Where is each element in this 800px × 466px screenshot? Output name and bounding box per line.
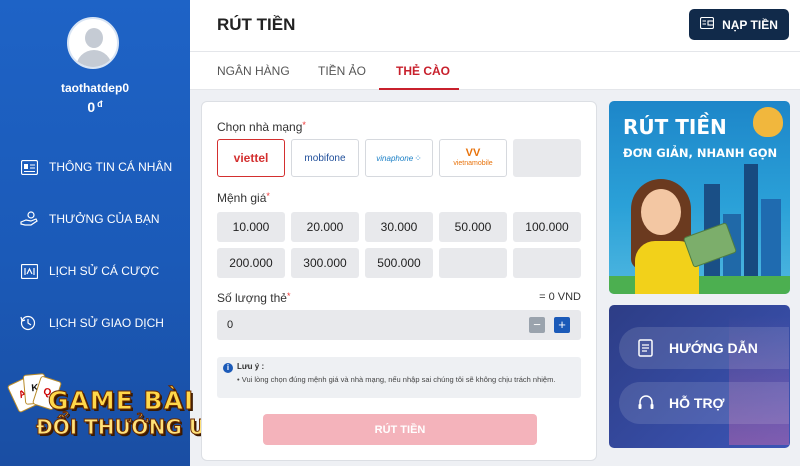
avatar[interactable] bbox=[67, 17, 119, 69]
headset-icon bbox=[635, 392, 657, 414]
tab-crypto[interactable]: TIỀN ẢO bbox=[318, 64, 366, 78]
balance-currency: đ bbox=[97, 99, 103, 109]
carrier-label-text: Chọn nhà mạng bbox=[217, 120, 303, 134]
sidebar-item-transaction-history[interactable]: LỊCH SỬ GIAO DỊCH bbox=[20, 311, 190, 335]
deposit-button[interactable]: NẠP TIỀN bbox=[689, 9, 789, 40]
tab-scratch-card[interactable]: THẺ CÀO bbox=[396, 64, 450, 78]
support-button[interactable]: HỖ TRỢ bbox=[619, 382, 789, 424]
money-bag-icon bbox=[753, 107, 783, 137]
quantity-input[interactable]: 0 bbox=[217, 310, 581, 340]
deposit-button-label: NẠP TIỀN bbox=[722, 17, 778, 32]
avatar-head bbox=[85, 28, 103, 48]
vietnamobile-logo-icon: VV bbox=[465, 147, 481, 159]
header: RÚT TIỀN NẠP TIỀN bbox=[190, 0, 800, 52]
sidebar-item-label: THÔNG TIN CÁ NHÂN bbox=[49, 160, 173, 174]
promo-subtitle: ĐƠN GIẢN, NHANH GỌN bbox=[623, 146, 778, 160]
sidebar-item-label: THƯỞNG CỦA BẠN bbox=[49, 212, 160, 226]
required-mark: * bbox=[266, 191, 270, 201]
note-text: • Vui lòng chọn đúng mệnh giá và nhà mạn… bbox=[237, 375, 556, 384]
carrier-name: mobifone bbox=[304, 152, 346, 164]
carrier-viettel[interactable]: viettel bbox=[217, 139, 285, 177]
help-panel: HƯỚNG DẪN HỖ TRỢ bbox=[609, 305, 790, 448]
amount-option[interactable]: 30.000 bbox=[365, 212, 433, 242]
tab-bank[interactable]: NGÂN HÀNG bbox=[217, 64, 290, 78]
withdraw-tabs: NGÂN HÀNG TIỀN ẢO THẺ CÀO bbox=[190, 52, 800, 90]
wallet-icon bbox=[700, 16, 715, 32]
required-mark: * bbox=[286, 291, 291, 301]
withdraw-submit-button[interactable]: RÚT TIỀN bbox=[263, 414, 537, 445]
vinaphone-dots-icon: ⁘ bbox=[414, 152, 422, 163]
withdraw-card-form: Chọn nhà mạng* viettel mobifone vinaphon… bbox=[201, 101, 597, 461]
carrier-name: vinaphone bbox=[376, 153, 414, 163]
quantity-decrease-button[interactable]: − bbox=[529, 317, 545, 333]
document-icon bbox=[635, 337, 657, 359]
logo-text-line1: GAME BÀI bbox=[47, 386, 195, 416]
amount-empty-slot bbox=[439, 248, 507, 278]
carrier-name: vietnamobile bbox=[453, 160, 493, 167]
quantity-label-text: Số lượng thẻ bbox=[217, 291, 287, 305]
active-tab-indicator bbox=[379, 88, 459, 90]
carrier-vietnamobile[interactable]: VV vietnamobile bbox=[439, 139, 507, 177]
balance: 0đ bbox=[0, 99, 190, 115]
amount-option[interactable]: 100.000 bbox=[513, 212, 581, 242]
sidebar-item-rewards[interactable]: THƯỞNG CỦA BẠN bbox=[20, 207, 190, 231]
amount-label: Mệnh giá* bbox=[217, 191, 270, 205]
amount-option[interactable]: 200.000 bbox=[217, 248, 285, 278]
gift-hand-icon bbox=[20, 210, 38, 228]
amount-label-text: Mệnh giá bbox=[217, 191, 267, 205]
support-button-label: HỖ TRỢ bbox=[669, 395, 725, 411]
bet-history-icon bbox=[20, 262, 38, 280]
amount-option[interactable]: 300.000 bbox=[291, 248, 359, 278]
info-icon: i bbox=[223, 363, 233, 373]
avatar-body bbox=[76, 50, 112, 67]
sidebar-item-profile[interactable]: THÔNG TIN CÁ NHÂN bbox=[20, 155, 190, 179]
amount-option[interactable]: 10.000 bbox=[217, 212, 285, 242]
quantity-value: 0 bbox=[227, 319, 234, 331]
guide-button-label: HƯỚNG DẪN bbox=[669, 340, 758, 356]
sidebar-item-bet-history[interactable]: LỊCH SỬ CÁ CƯỢC bbox=[20, 259, 190, 283]
sidebar-item-label: LỊCH SỬ GIAO DỊCH bbox=[49, 316, 164, 330]
id-card-icon bbox=[20, 158, 38, 176]
quantity-label: Số lượng thẻ* bbox=[217, 291, 290, 305]
username: taothatdep0 bbox=[60, 81, 129, 95]
amount-option[interactable]: 50.000 bbox=[439, 212, 507, 242]
woman-face bbox=[641, 189, 681, 235]
carrier-mobifone[interactable]: mobifone bbox=[291, 139, 359, 177]
note-title: Lưu ý : bbox=[237, 362, 265, 371]
quantity-increase-button[interactable]: + bbox=[554, 317, 570, 333]
promo-banner: RÚT TIỀN ĐƠN GIẢN, NHANH GỌN bbox=[609, 101, 790, 294]
note-box: i Lưu ý : • Vui lòng chọn đúng mệnh giá … bbox=[217, 357, 581, 398]
carrier-vinaphone[interactable]: vinaphone ⁘ bbox=[365, 139, 433, 177]
guide-button[interactable]: HƯỚNG DẪN bbox=[619, 327, 789, 369]
required-mark: * bbox=[302, 120, 306, 130]
transaction-history-icon bbox=[20, 314, 38, 332]
carrier-name: viettel bbox=[233, 151, 269, 165]
note-text-content: Vui lòng chọn đúng mệnh giá và nhà mạng,… bbox=[241, 375, 556, 384]
sidebar-item-label: LỊCH SỬ CÁ CƯỢC bbox=[49, 264, 160, 278]
promo-title: RÚT TIỀN bbox=[623, 115, 727, 139]
carrier-empty-slot bbox=[513, 139, 581, 177]
amount-option[interactable]: 20.000 bbox=[291, 212, 359, 242]
amount-empty-slot bbox=[513, 248, 581, 278]
building bbox=[744, 164, 758, 294]
amount-option[interactable]: 500.000 bbox=[365, 248, 433, 278]
total-amount: = 0 VND bbox=[539, 291, 581, 303]
logo-text-line2: ĐỔI THƯỞNG UK bbox=[36, 415, 222, 440]
carrier-label: Chọn nhà mạng* bbox=[217, 120, 306, 134]
balance-value: 0 bbox=[87, 99, 96, 115]
page-title: RÚT TIỀN bbox=[217, 15, 296, 34]
